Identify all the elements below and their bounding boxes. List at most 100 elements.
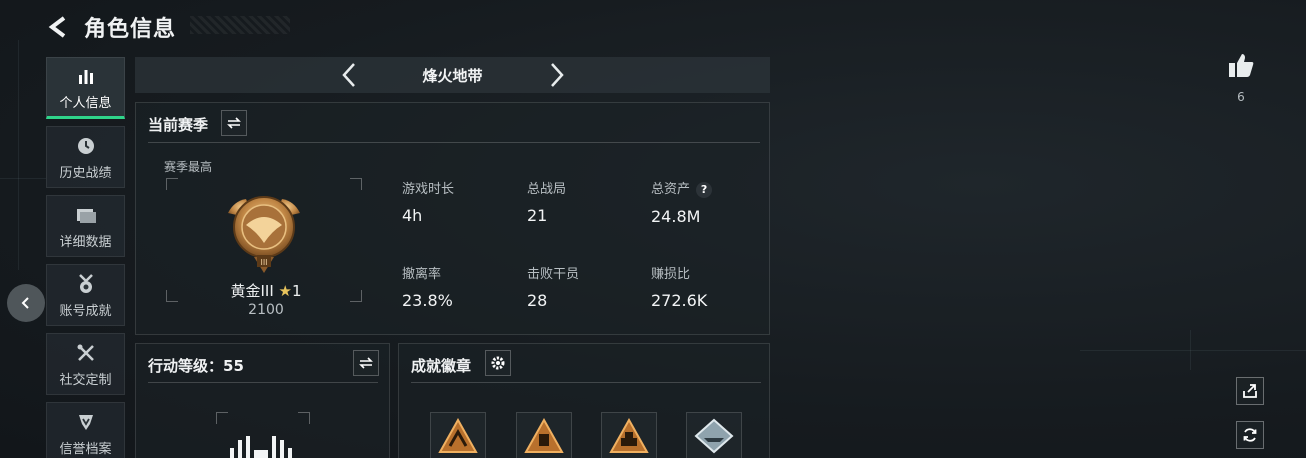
divider <box>148 142 760 143</box>
share-button[interactable] <box>1236 377 1264 405</box>
swap-icon <box>359 357 373 369</box>
stat-play-time: 游戏时长 4h <box>402 178 454 225</box>
achievement-badge[interactable] <box>686 412 742 458</box>
current-season-panel: 当前赛季 赛季最高 III 黄金III ★1 2100 游戏时长 4h 总战局 … <box>135 102 770 335</box>
decor-line <box>0 178 46 179</box>
stat-label: 赚损比 <box>651 267 691 282</box>
achievement-badge[interactable] <box>601 412 657 458</box>
bar-chart-icon <box>76 64 96 88</box>
sidebar-item-label: 账号成就 <box>59 303 112 319</box>
sidebar-item-social-custom[interactable]: 社交定制 <box>46 333 125 395</box>
chevron-left-icon <box>21 297 29 309</box>
wrench-icon <box>76 341 96 365</box>
stat-profit-loss-ratio: 赚损比 272.6K <box>651 263 707 310</box>
share-icon <box>1243 384 1257 398</box>
sidebar: 个人信息 历史战绩 详细数据 账号成就 社交定制 信誉档案 <box>46 57 125 458</box>
stat-extraction-rate: 撤离率 23.8% <box>402 263 453 310</box>
achievement-badge[interactable] <box>516 412 572 458</box>
rank-score: 2100 <box>248 302 284 318</box>
sidebar-item-detailed-data[interactable]: 详细数据 <box>46 195 125 257</box>
chevron-right-icon <box>551 63 564 87</box>
back-arrow-icon <box>48 16 66 38</box>
badge-settings-button[interactable] <box>485 350 511 376</box>
panel-title: 成就徽章 <box>411 357 472 375</box>
panel-title: 行动等级：55 <box>148 357 244 375</box>
svg-text:III: III <box>260 258 267 267</box>
decor-line <box>1190 330 1191 370</box>
mode-selector: 烽火地带 <box>135 57 770 93</box>
sidebar-item-achievements[interactable]: 账号成就 <box>46 264 125 326</box>
title-decoration <box>190 16 290 34</box>
thumbs-up-icon <box>1229 54 1254 77</box>
sidebar-item-label: 历史战绩 <box>59 165 112 181</box>
stat-label: 击败干员 <box>527 267 580 282</box>
stat-total-matches: 总战局 21 <box>527 178 566 225</box>
switch-level-button[interactable] <box>353 350 379 376</box>
divider <box>411 382 761 383</box>
decor-line <box>1080 350 1306 351</box>
chevron-left-icon <box>342 63 355 87</box>
stat-operators-defeated: 击败干员 28 <box>527 263 579 310</box>
shield-icon <box>76 410 96 434</box>
decor-line <box>18 40 19 270</box>
sidebar-item-history[interactable]: 历史战绩 <box>46 126 125 188</box>
triangle-badge-icon <box>524 418 564 453</box>
sidebar-item-label: 个人信息 <box>59 95 112 111</box>
help-icon[interactable]: ? <box>696 182 713 198</box>
mode-next-button[interactable] <box>543 61 571 89</box>
level-emblem-icon <box>230 436 292 458</box>
switch-season-button[interactable] <box>221 110 247 136</box>
season-best-label: 赛季最高 <box>164 160 213 174</box>
stat-value: 28 <box>527 291 548 310</box>
achievement-badge[interactable] <box>430 412 486 458</box>
action-level-panel: 行动等级：55 <box>135 343 390 458</box>
mode-prev-button[interactable] <box>335 61 363 89</box>
top-bar: 角色信息 <box>46 10 176 44</box>
panel-title: 当前赛季 <box>148 116 209 134</box>
stat-label: 总战局 <box>527 182 567 197</box>
stat-value: 21 <box>527 206 548 225</box>
stat-total-assets: 总资产? 24.8M <box>651 178 713 226</box>
like-widget[interactable]: 6 <box>1224 52 1258 104</box>
stat-value: 272.6K <box>651 291 708 310</box>
refresh-icon <box>1243 428 1257 442</box>
frame-corner <box>350 178 362 190</box>
stat-label: 游戏时长 <box>402 182 455 197</box>
triangle-badge-icon <box>609 418 649 453</box>
mode-name: 烽火地带 <box>422 66 483 85</box>
stat-label-text: 总资产 <box>651 182 691 197</box>
clock-icon <box>76 134 96 158</box>
stat-value: 4h <box>402 206 423 225</box>
sidebar-item-label: 信誉档案 <box>59 441 112 457</box>
frame-corner <box>298 412 310 424</box>
star-icon: ★ <box>278 282 292 300</box>
frame-corner <box>216 412 228 424</box>
stat-value: 23.8% <box>402 291 453 310</box>
sidebar-item-label: 详细数据 <box>59 234 112 250</box>
stat-value: 24.8M <box>651 207 701 226</box>
sidebar-item-credit-record[interactable]: 信誉档案 <box>46 402 125 458</box>
previous-page-button[interactable] <box>7 284 45 322</box>
achievement-badges-panel: 成就徽章 <box>398 343 770 458</box>
like-count: 6 <box>1237 90 1245 104</box>
back-button[interactable] <box>46 14 72 40</box>
frame-corner <box>166 178 178 190</box>
sidebar-item-label: 社交定制 <box>59 372 112 388</box>
gear-icon <box>491 356 505 370</box>
sidebar-item-personal-info[interactable]: 个人信息 <box>46 57 125 119</box>
frame-corner <box>350 290 362 302</box>
swap-icon <box>227 117 241 129</box>
folder-icon <box>75 203 97 227</box>
page-title: 角色信息 <box>84 17 177 42</box>
stat-label: 撤离率 <box>402 267 442 282</box>
refresh-button[interactable] <box>1236 421 1264 449</box>
frame-corner <box>166 290 178 302</box>
gold-rank-emblem-icon: III <box>228 196 300 273</box>
divider <box>148 382 378 383</box>
rank-stars: 1 <box>291 282 302 300</box>
triangle-badge-icon <box>438 418 478 453</box>
diamond-badge-icon <box>694 418 734 454</box>
rank-tier: 黄金III <box>230 282 274 300</box>
stat-label: 总资产? <box>651 178 713 198</box>
medal-icon <box>76 272 96 296</box>
